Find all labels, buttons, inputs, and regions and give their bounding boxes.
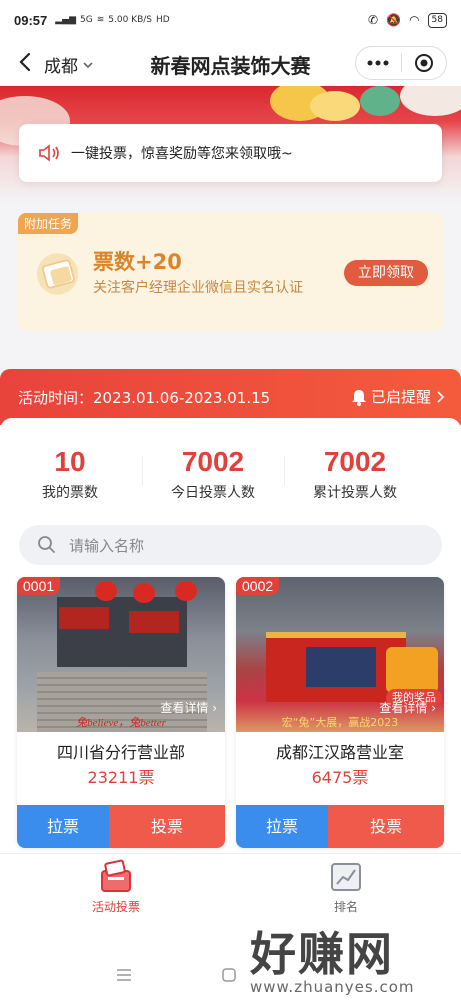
status-right: ✆ 🔕 ◠ 58 bbox=[368, 12, 447, 28]
speaker-icon bbox=[39, 144, 59, 162]
branch-name: 四川省分行营业部 bbox=[56, 743, 185, 762]
branch-photo[interactable]: 兔believe，兔better 0001 查看详情 › bbox=[17, 577, 225, 732]
vote-count: 23211票 bbox=[87, 768, 155, 787]
home-icon[interactable] bbox=[222, 968, 236, 982]
notice-bar[interactable]: 一键投票，惊喜奖励等您来领取哦~ bbox=[19, 124, 442, 182]
city-selector[interactable]: 成都 bbox=[44, 52, 94, 77]
banner-decoration bbox=[310, 91, 360, 121]
hd-label: HD bbox=[156, 15, 170, 25]
search-icon bbox=[38, 536, 55, 553]
lantern-icon bbox=[175, 581, 197, 601]
reminder-button[interactable]: 已启提醒 bbox=[351, 386, 445, 407]
view-details-link[interactable]: 查看详情 › bbox=[379, 699, 436, 716]
mini-program-capsule bbox=[355, 46, 447, 80]
battery-indicator: 58 bbox=[427, 12, 447, 28]
lantern-icon bbox=[133, 583, 155, 603]
activity-time: 活动时间：2023.01.06-2023.01.15 bbox=[18, 389, 271, 407]
canvass-button[interactable]: 拉票 bbox=[236, 805, 328, 848]
canvass-button[interactable]: 拉票 bbox=[17, 805, 109, 848]
stat-value: 7002 bbox=[181, 446, 245, 477]
photo-caption: 宏“兔”大展，赢战2023 bbox=[281, 716, 399, 729]
tab-activity-vote[interactable]: 活动投票 bbox=[56, 859, 176, 915]
notice-text: 一键投票，惊喜奖励等您来领取哦~ bbox=[71, 146, 293, 162]
branch-name: 成都江汉路营业室 bbox=[275, 743, 404, 762]
status-time: 09:57 bbox=[14, 12, 48, 28]
search-input[interactable]: 请输入名称 bbox=[19, 525, 442, 565]
stat-total-voters: 7002 累计投票人数 bbox=[285, 446, 425, 502]
watermark-text: 好赚网 bbox=[250, 927, 394, 981]
photo-signboard bbox=[59, 607, 109, 629]
city-label: 成都 bbox=[44, 57, 78, 77]
page: 09:57 ▂▄▆ 5G ≋ 5.00 KB/S HD ✆ 🔕 ◠ 58 成都 … bbox=[0, 0, 461, 1000]
stat-my-votes: 10 我的票数 bbox=[0, 446, 140, 502]
tab-ranking[interactable]: 排名 bbox=[286, 859, 406, 915]
close-button[interactable] bbox=[402, 47, 447, 79]
ticket-icon bbox=[36, 253, 79, 295]
watermark-logo: 好赚网 www.zhuanyes.com bbox=[250, 918, 445, 996]
view-details-label: 查看详情 bbox=[379, 701, 428, 715]
nav-bar: 成都 新春网点装饰大赛 bbox=[0, 40, 461, 86]
chevron-right-icon bbox=[437, 390, 445, 403]
network-indicators: ▂▄▆ 5G ≋ 5.00 KB/S HD bbox=[55, 15, 169, 25]
call-icon: ✆ bbox=[368, 13, 379, 27]
vote-button[interactable]: 投票 bbox=[328, 805, 444, 848]
more-button[interactable] bbox=[356, 47, 401, 79]
vote-count: 6475票 bbox=[311, 768, 369, 787]
lantern-icon bbox=[95, 581, 117, 601]
stat-label: 累计投票人数 bbox=[313, 485, 397, 501]
banner-decoration bbox=[400, 86, 461, 116]
headset-icon: ◠ bbox=[409, 13, 420, 27]
vote-button[interactable]: 投票 bbox=[109, 805, 225, 848]
card-number: 0001 bbox=[17, 577, 61, 595]
gift-box-icon bbox=[386, 647, 438, 693]
network-speed: 5.00 KB/S bbox=[108, 15, 152, 25]
task-description: 关注客户经理企业微信且实名认证 bbox=[93, 280, 303, 296]
branch-photo[interactable]: 我的奖品 宏“兔”大展，赢战2023 0002 查看详情 › bbox=[236, 577, 444, 732]
stat-label: 我的票数 bbox=[42, 485, 98, 501]
chart-icon bbox=[331, 863, 361, 891]
back-icon[interactable] bbox=[14, 50, 38, 74]
chevron-down-icon bbox=[83, 61, 93, 68]
stat-value: 10 bbox=[54, 446, 86, 477]
task-tag: 附加任务 bbox=[18, 213, 79, 234]
status-bar: 09:57 ▂▄▆ 5G ≋ 5.00 KB/S HD ✆ 🔕 ◠ 58 bbox=[0, 0, 461, 40]
stat-label: 今日投票人数 bbox=[171, 485, 255, 501]
menu-icon[interactable] bbox=[116, 968, 132, 982]
activity-header: 活动时间：2023.01.06-2023.01.15 已启提醒 bbox=[0, 369, 461, 425]
branch-card[interactable]: 兔believe，兔better 0001 查看详情 › 四川省分行营业部 23… bbox=[17, 577, 225, 848]
view-details-link[interactable]: 查看详情 › bbox=[160, 699, 217, 716]
photo-display bbox=[306, 647, 376, 687]
tab-label: 排名 bbox=[333, 900, 358, 914]
banner-decoration bbox=[360, 86, 400, 116]
bell-icon bbox=[351, 389, 366, 406]
wifi-icon: ≋ bbox=[96, 15, 105, 25]
stat-value: 7002 bbox=[323, 446, 387, 477]
reminder-label: 已启提醒 bbox=[370, 388, 431, 406]
view-details-label: 查看详情 bbox=[160, 701, 209, 715]
search-placeholder: 请输入名称 bbox=[69, 536, 145, 555]
signal-icon: ▂▄▆ bbox=[55, 15, 77, 25]
branch-card[interactable]: 我的奖品 宏“兔”大展，赢战2023 0002 查看详情 › 成都江汉路营业室 … bbox=[236, 577, 444, 848]
card-number: 0002 bbox=[236, 577, 280, 595]
ballot-box-icon bbox=[101, 859, 131, 892]
photo-caption: 兔believe，兔better bbox=[76, 717, 166, 729]
watermark-url: www.zhuanyes.com bbox=[250, 978, 415, 996]
mute-icon: 🔕 bbox=[386, 13, 402, 27]
target-close-icon bbox=[414, 54, 433, 72]
more-icon bbox=[367, 60, 389, 66]
photo-signboard bbox=[129, 611, 179, 633]
task-title: 票数+20 bbox=[93, 250, 182, 274]
stat-today-voters: 7002 今日投票人数 bbox=[143, 446, 283, 502]
network-type: 5G bbox=[80, 15, 93, 25]
tab-label: 活动投票 bbox=[91, 900, 140, 914]
bonus-task-card: 附加任务 票数+20 关注客户经理企业微信且实名认证 立即领取 bbox=[18, 213, 443, 331]
claim-button[interactable]: 立即领取 bbox=[344, 260, 428, 286]
